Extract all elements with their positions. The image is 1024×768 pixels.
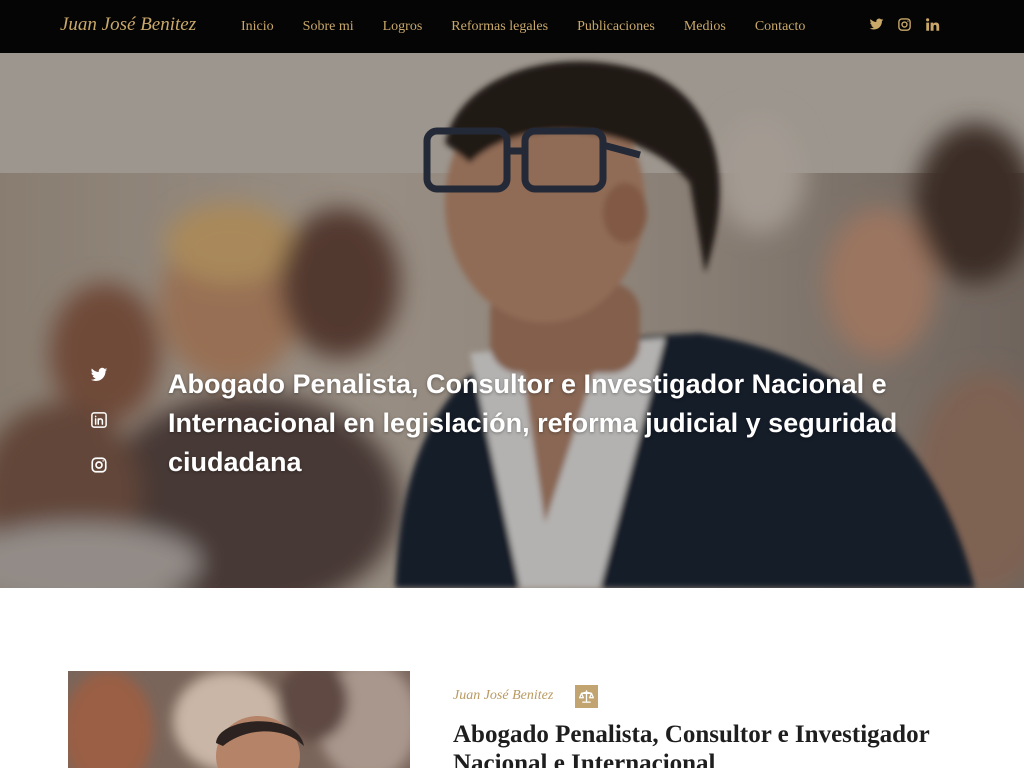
top-navbar: Juan José Benitez Inicio Sobre mi Logros… [0, 0, 1024, 53]
about-photo [68, 671, 410, 768]
linkedin-icon[interactable] [90, 411, 108, 429]
hero-headline: Abogado Penalista, Consultor e Investiga… [168, 369, 898, 477]
about-section: Juan José Benitez Abogado Penalista, Con… [0, 588, 1024, 768]
linkedin-icon[interactable] [925, 17, 940, 32]
hero-social-links [90, 366, 108, 474]
twitter-icon[interactable] [90, 366, 108, 384]
brand-logo[interactable]: Juan José Benitez [60, 14, 196, 36]
nav-link-logros[interactable]: Logros [383, 19, 423, 35]
instagram-icon[interactable] [90, 456, 108, 474]
hero-section: Abogado Penalista, Consultor e Investiga… [0, 53, 1024, 588]
hero-overlay [0, 53, 1024, 588]
twitter-icon[interactable] [869, 17, 884, 32]
nav-link-inicio[interactable]: Inicio [241, 19, 274, 35]
nav-link-medios[interactable]: Medios [684, 19, 726, 35]
nav-link-contacto[interactable]: Contacto [755, 19, 806, 35]
about-title: Abogado Penalista, Consultor e Investiga… [453, 721, 930, 768]
about-kicker: Juan José Benitez [453, 688, 554, 703]
instagram-icon[interactable] [897, 17, 912, 32]
nav-link-reformas-legales[interactable]: Reformas legales [451, 19, 548, 35]
nav-link-publicaciones[interactable]: Publicaciones [577, 19, 655, 35]
main-nav: Inicio Sobre mi Logros Reformas legales … [241, 0, 834, 53]
nav-social-links [869, 17, 940, 32]
nav-link-sobre-mi[interactable]: Sobre mi [303, 19, 354, 35]
scale-icon [575, 685, 598, 708]
